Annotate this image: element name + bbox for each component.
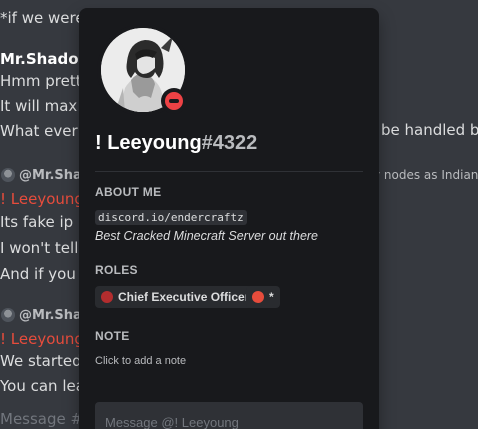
- do-not-disturb-icon: [165, 92, 183, 110]
- chat-composer-input[interactable]: Message #: [0, 410, 83, 428]
- direct-message-input[interactable]: [95, 402, 363, 429]
- chat-message-text-fragment: be handled by: [381, 121, 478, 139]
- role-name: Chief Executive Officer: [118, 290, 250, 304]
- username-text: ! Leeyoung: [95, 132, 202, 154]
- role-name: *: [269, 290, 274, 304]
- reply-reference[interactable]: @Mr.Shad: [0, 166, 91, 184]
- about-me-heading: ABOUT ME: [95, 185, 162, 199]
- role-color-icon[interactable]: [252, 291, 264, 303]
- note-heading: NOTE: [95, 329, 130, 343]
- chat-message-text: Its fake ip: [0, 213, 74, 231]
- profile-avatar-wrapper[interactable]: [97, 24, 189, 116]
- discriminator: #4322: [201, 132, 258, 154]
- reply-text-fragment: y nodes as Indian: [373, 168, 478, 182]
- chat-message-text: I won't tell i: [0, 239, 88, 257]
- message-author[interactable]: ! Leeyoung: [0, 190, 84, 208]
- profile-username[interactable]: ! Leeyoung#4322: [95, 132, 257, 155]
- role-color-icon[interactable]: [101, 291, 113, 303]
- roles-heading: ROLES: [95, 263, 138, 277]
- divider: [95, 171, 363, 172]
- role-pill-chief-executive-officer[interactable]: Chief Executive Officer: [95, 286, 256, 308]
- reply-reference[interactable]: @Mr.Shad: [0, 306, 91, 324]
- reply-avatar-icon: [1, 168, 15, 182]
- reply-avatar-icon: [1, 308, 15, 322]
- chat-message-text: We started: [0, 352, 82, 370]
- message-author[interactable]: ! Leeyoung: [0, 330, 84, 348]
- chat-message-text: Hmm pretty: [0, 72, 91, 90]
- note-input[interactable]: Click to add a note: [95, 355, 186, 367]
- user-profile-popout: ! Leeyoung#4322 ABOUT ME discord.io/ende…: [79, 8, 379, 429]
- about-me-code-link[interactable]: discord.io/endercraftz: [95, 210, 247, 225]
- about-me-text: Best Cracked Minecraft Server out there: [95, 229, 319, 243]
- status-indicator: [161, 88, 187, 114]
- discord-window: *if we were Mr.Shadow Hmm pretty It will…: [0, 0, 478, 429]
- chat-message-text: *if we were: [0, 9, 85, 27]
- role-pill-star[interactable]: *: [246, 286, 280, 308]
